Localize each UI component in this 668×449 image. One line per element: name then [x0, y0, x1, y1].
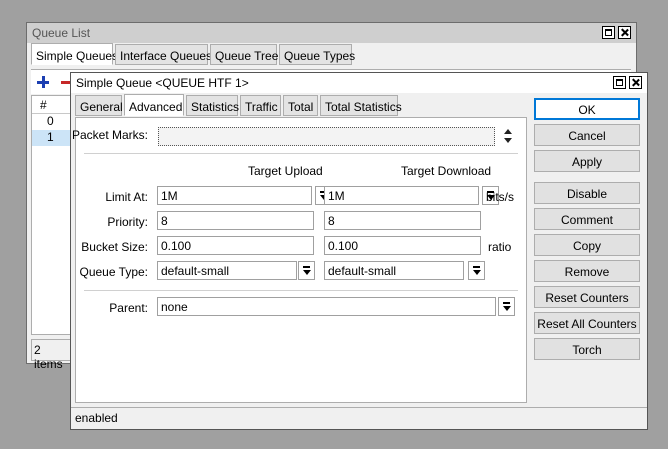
tab-simple-queues[interactable]: Simple Queues	[31, 43, 118, 65]
copy-button[interactable]: Copy	[534, 234, 640, 256]
divider	[84, 290, 518, 291]
dialog-title: Simple Queue <QUEUE HTF 1>	[76, 76, 249, 90]
simple-queue-dialog: Simple Queue <QUEUE HTF 1> General Advan…	[70, 72, 648, 430]
dropdown-arrow-icon[interactable]	[298, 261, 315, 280]
queue-type-label: Queue Type:	[79, 265, 149, 279]
remove-button[interactable]: Remove	[534, 260, 640, 282]
add-icon[interactable]	[33, 72, 53, 92]
tab-queue-types[interactable]: Queue Types	[279, 44, 355, 65]
dialog-titlebar[interactable]: Simple Queue <QUEUE HTF 1>	[71, 73, 647, 93]
tab-total[interactable]: Total	[283, 95, 318, 116]
column-header-number[interactable]: #	[32, 96, 72, 114]
tab-general[interactable]: General	[75, 95, 123, 116]
tab-traffic[interactable]: Traffic	[240, 95, 281, 116]
disable-button[interactable]: Disable	[534, 182, 640, 204]
parent-select[interactable]: none	[157, 297, 496, 316]
tab-statistics[interactable]: Statistics	[186, 95, 239, 116]
target-upload-header: Target Upload	[248, 164, 323, 178]
reset-counters-button[interactable]: Reset Counters	[534, 286, 640, 308]
comment-button[interactable]: Comment	[534, 208, 640, 230]
close-icon[interactable]	[618, 26, 631, 39]
queue-list-title: Queue List	[32, 26, 91, 40]
queue-list-status: 2 items	[31, 339, 71, 371]
limit-at-download-input[interactable]: 1M	[324, 186, 479, 205]
dialog-status: enabled	[71, 407, 647, 429]
dropdown-arrow-icon[interactable]	[468, 261, 485, 280]
priority-label: Priority:	[107, 215, 148, 229]
bucket-size-unit: ratio	[488, 240, 512, 254]
bucket-size-upload-input[interactable]: 0.100	[157, 236, 314, 255]
tab-advanced[interactable]: Advanced	[124, 94, 184, 116]
target-download-header: Target Download	[401, 164, 492, 178]
divider	[84, 153, 518, 154]
tab-total-statistics[interactable]: Total Statistics	[320, 95, 402, 116]
reset-all-counters-button[interactable]: Reset All Counters	[534, 312, 640, 334]
ok-button[interactable]: OK	[534, 98, 640, 120]
dropdown-arrow-icon[interactable]	[498, 297, 515, 316]
priority-download-input[interactable]: 8	[324, 211, 481, 230]
queue-list-titlebar[interactable]: Queue List	[27, 23, 636, 43]
advanced-panel: Packet Marks: Target Upload Target Downl…	[71, 117, 527, 403]
queue-type-upload-select[interactable]: default-small	[157, 261, 297, 280]
torch-button[interactable]: Torch	[534, 338, 640, 360]
packet-marks-field[interactable]	[158, 127, 495, 146]
apply-button[interactable]: Apply	[534, 150, 640, 172]
up-down-arrows-icon[interactable]	[502, 127, 514, 146]
cancel-button[interactable]: Cancel	[534, 124, 640, 146]
parent-label: Parent:	[109, 301, 148, 315]
table-row[interactable]: 0	[32, 114, 72, 130]
tab-queue-tree[interactable]: Queue Tree	[210, 44, 278, 65]
maximize-icon[interactable]	[602, 26, 615, 39]
maximize-icon[interactable]	[613, 76, 626, 89]
bucket-size-label: Bucket Size:	[81, 240, 148, 254]
limit-at-upload-input[interactable]: 1M	[157, 186, 312, 205]
priority-upload-input[interactable]: 8	[157, 211, 314, 230]
queue-type-download-select[interactable]: default-small	[324, 261, 464, 280]
bucket-size-download-input[interactable]: 0.100	[324, 236, 481, 255]
limit-at-unit: bits/s	[486, 190, 515, 204]
limit-at-label: Limit At:	[105, 190, 148, 204]
close-icon[interactable]	[629, 76, 642, 89]
table-row[interactable]: 1	[32, 130, 72, 146]
packet-marks-label: Packet Marks:	[71, 128, 148, 142]
tab-interface-queues[interactable]: Interface Queues	[115, 44, 212, 65]
